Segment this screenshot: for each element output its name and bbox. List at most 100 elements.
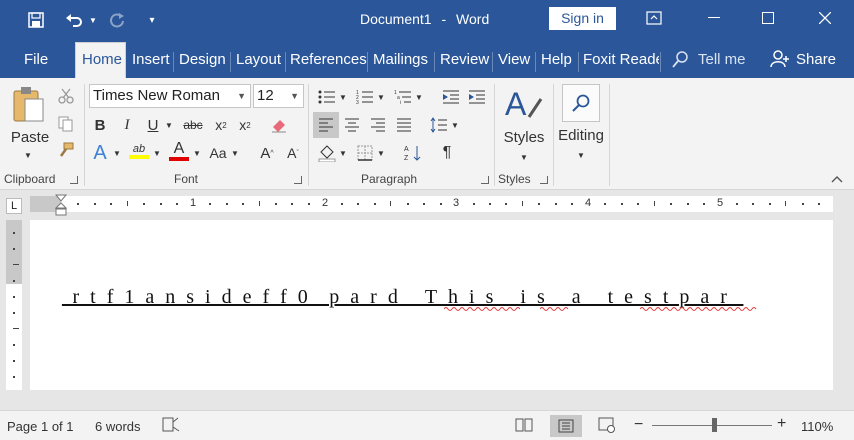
format-painter-icon[interactable] xyxy=(56,140,76,160)
line-spacing-icon[interactable] xyxy=(428,114,450,136)
paste-button[interactable]: Paste xyxy=(10,128,50,146)
paste-icon[interactable] xyxy=(10,84,46,124)
tab-file[interactable]: File xyxy=(18,48,54,78)
styles-button[interactable]: Styles xyxy=(502,128,546,146)
italic-icon[interactable]: I xyxy=(116,114,138,136)
align-left-icon[interactable] xyxy=(313,112,339,138)
maximize-icon[interactable] xyxy=(740,0,796,36)
ruler-tick xyxy=(357,203,360,205)
sort-icon[interactable]: AZ xyxy=(402,142,424,164)
document-page[interactable]: _r_t_f_1_a_n_s_i_d_e_f_f_0__p_a_r_d_ _T_… xyxy=(30,220,833,390)
tab-mailings[interactable]: Mailings xyxy=(367,48,434,78)
text-effects-icon[interactable]: A xyxy=(89,142,111,164)
collapse-ribbon-icon[interactable] xyxy=(830,172,844,186)
tell-me-box[interactable]: Tell me xyxy=(672,50,746,68)
share-button[interactable]: Share xyxy=(770,50,836,68)
underline-icon[interactable]: U xyxy=(142,114,164,136)
save-icon[interactable] xyxy=(24,8,48,32)
zoom-level[interactable]: 110% xyxy=(801,419,833,434)
align-center-icon[interactable] xyxy=(341,114,363,136)
shading-dropdown-icon[interactable]: ▼ xyxy=(338,142,348,164)
styles-gallery-icon[interactable]: A xyxy=(504,84,544,124)
clear-formatting-icon[interactable] xyxy=(268,114,290,136)
tab-foxit-reader[interactable]: Foxit Reade xyxy=(577,48,659,78)
tab-insert[interactable]: Insert xyxy=(126,48,176,78)
vertical-ruler[interactable] xyxy=(6,220,22,390)
font-size-combo[interactable]: 12 ▼ xyxy=(253,84,304,108)
tab-view[interactable]: View xyxy=(492,48,536,78)
copy-icon[interactable] xyxy=(56,114,76,134)
numbering-icon[interactable]: 123 xyxy=(354,86,376,108)
horizontal-ruler[interactable]: 1 2 3 4 5 xyxy=(30,194,833,216)
multilevel-list-icon[interactable]: 1ai xyxy=(392,86,414,108)
undo-dropdown-icon[interactable]: ▼ xyxy=(88,8,98,32)
minimize-icon[interactable] xyxy=(686,0,742,36)
page-count[interactable]: Page 1 of 1 xyxy=(7,419,74,434)
bullets-icon[interactable] xyxy=(316,86,338,108)
tab-references[interactable]: References xyxy=(284,48,373,78)
font-size-dropdown-icon[interactable]: ▼ xyxy=(290,85,299,107)
bold-icon[interactable]: B xyxy=(89,114,111,136)
customize-toolbar-icon[interactable]: ▾ xyxy=(144,8,160,32)
read-mode-icon[interactable] xyxy=(515,417,533,436)
editing-dropdown-icon[interactable]: ▼ xyxy=(575,150,587,160)
editing-button[interactable]: Editing xyxy=(556,126,606,144)
font-color-icon[interactable]: A xyxy=(168,140,190,162)
underline-dropdown-icon[interactable]: ▼ xyxy=(164,114,174,136)
tab-layout[interactable]: Layout xyxy=(230,48,287,78)
print-layout-icon[interactable] xyxy=(550,415,582,437)
tab-review[interactable]: Review xyxy=(434,48,495,78)
multilevel-dropdown-icon[interactable]: ▼ xyxy=(414,86,424,108)
ruler-tick xyxy=(489,203,492,205)
shading-icon[interactable] xyxy=(316,142,338,164)
font-launcher-icon[interactable] xyxy=(294,176,302,184)
tab-help[interactable]: Help xyxy=(535,48,578,78)
sign-in-button[interactable]: Sign in xyxy=(549,7,616,30)
font-name-dropdown-icon[interactable]: ▼ xyxy=(237,85,246,107)
change-case-icon[interactable]: Aa xyxy=(206,142,230,164)
zoom-slider-thumb[interactable] xyxy=(711,418,717,432)
shrink-font-icon[interactable]: Aˇ xyxy=(282,142,304,164)
borders-dropdown-icon[interactable]: ▼ xyxy=(376,142,386,164)
grow-font-icon[interactable]: A ^ xyxy=(256,142,278,164)
word-count[interactable]: 6 words xyxy=(95,419,141,434)
highlight-color-icon[interactable]: ab xyxy=(128,140,150,162)
line-spacing-dropdown-icon[interactable]: ▼ xyxy=(450,114,460,136)
paragraph-launcher-icon[interactable] xyxy=(481,176,489,184)
tab-design[interactable]: Design xyxy=(173,48,232,78)
proofing-icon[interactable] xyxy=(162,417,180,436)
document-name: Document1 xyxy=(360,11,432,27)
styles-launcher-icon[interactable] xyxy=(540,176,548,184)
tab-selector-icon[interactable]: L xyxy=(6,198,22,214)
styles-dropdown-icon[interactable]: ▼ xyxy=(518,152,530,162)
tab-home[interactable]: Home xyxy=(75,42,126,78)
ribbon-display-options-icon[interactable] xyxy=(626,0,682,36)
numbering-dropdown-icon[interactable]: ▼ xyxy=(376,86,386,108)
search-icon[interactable] xyxy=(562,84,600,122)
text-effects-dropdown-icon[interactable]: ▼ xyxy=(112,142,122,164)
show-formatting-marks-icon[interactable]: ¶ xyxy=(436,142,458,164)
indent-marker-icon[interactable] xyxy=(55,194,67,216)
subscript-icon[interactable]: x2 xyxy=(210,114,232,136)
highlight-dropdown-icon[interactable]: ▼ xyxy=(152,142,162,164)
cut-icon[interactable] xyxy=(56,86,76,106)
font-color-dropdown-icon[interactable]: ▼ xyxy=(192,142,202,164)
strikethrough-icon[interactable]: abc xyxy=(180,114,206,136)
zoom-out-icon[interactable]: − xyxy=(634,416,643,434)
change-case-dropdown-icon[interactable]: ▼ xyxy=(230,142,240,164)
close-icon[interactable] xyxy=(797,0,853,36)
justify-icon[interactable] xyxy=(393,114,415,136)
zoom-in-icon[interactable]: + xyxy=(777,415,786,433)
bullets-dropdown-icon[interactable]: ▼ xyxy=(338,86,348,108)
undo-icon[interactable] xyxy=(62,8,86,32)
superscript-icon[interactable]: x2 xyxy=(234,114,256,136)
borders-icon[interactable] xyxy=(354,142,376,164)
web-layout-icon[interactable] xyxy=(598,417,616,436)
clipboard-launcher-icon[interactable] xyxy=(70,176,78,184)
decrease-indent-icon[interactable] xyxy=(440,86,462,108)
font-name-combo[interactable]: Times New Roman ▼ xyxy=(89,84,251,108)
increase-indent-icon[interactable] xyxy=(466,86,488,108)
redo-icon[interactable] xyxy=(106,8,128,32)
paste-dropdown-icon[interactable]: ▼ xyxy=(22,150,34,160)
align-right-icon[interactable] xyxy=(367,114,389,136)
